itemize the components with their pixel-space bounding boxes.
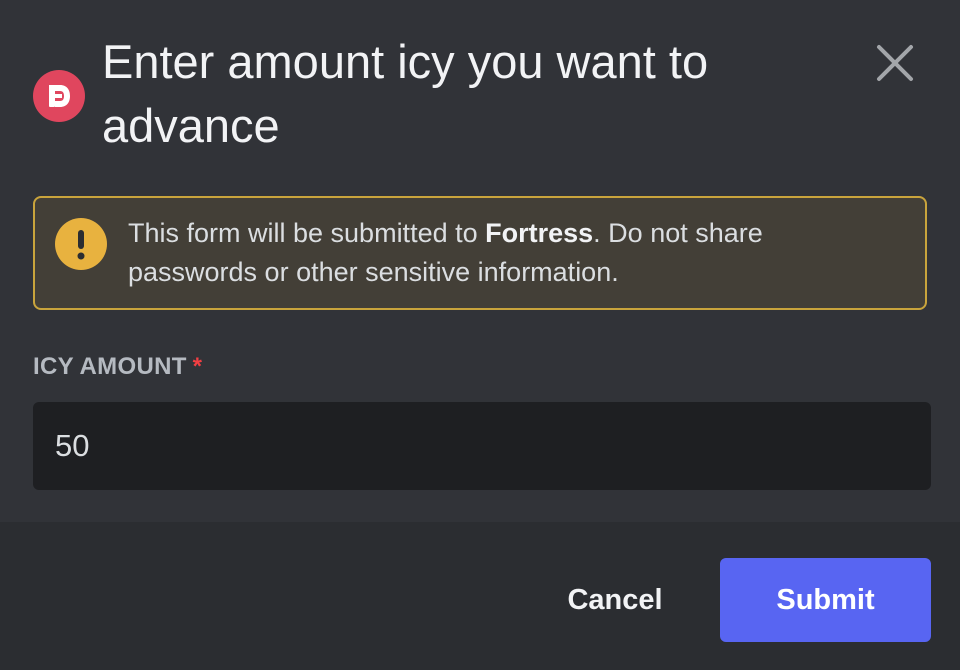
close-button[interactable] (872, 40, 918, 86)
modal-title: Enter amount icy you want to advance (102, 35, 709, 152)
notice-text: This form will be submitted to Fortress.… (128, 214, 898, 292)
warning-notice: This form will be submitted to Fortress.… (33, 196, 927, 310)
modal-dialog: Enter amount icy you want to advance Thi… (0, 0, 960, 670)
cancel-button[interactable]: Cancel (548, 558, 682, 642)
modal-header: Enter amount icy you want to advance (0, 0, 960, 180)
notice-text-before: This form will be submitted to (128, 218, 486, 248)
warning-icon (55, 218, 107, 270)
icy-amount-label: ICY AMOUNT * (33, 352, 202, 382)
field-label-text: ICY AMOUNT (33, 353, 187, 380)
icy-amount-input[interactable] (33, 402, 931, 490)
close-icon[interactable] (872, 40, 918, 86)
fortress-logo-icon (33, 70, 85, 122)
submit-button[interactable]: Submit (720, 558, 931, 642)
notice-app-name: Fortress (485, 218, 594, 248)
required-marker: * (192, 353, 203, 380)
modal-footer: Cancel Submit (0, 522, 960, 670)
